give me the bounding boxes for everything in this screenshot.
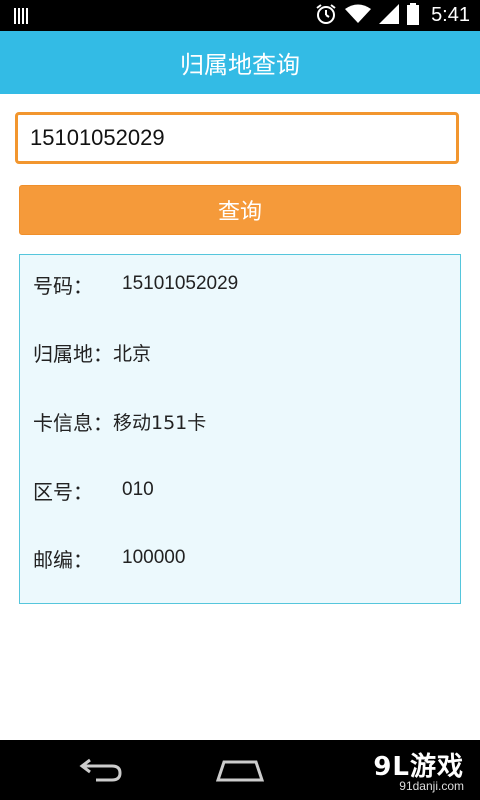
location-value: 北京 <box>113 342 152 365</box>
cell-signal-icon <box>379 3 400 28</box>
wifi-icon <box>345 4 372 28</box>
status-time: 5:41 <box>431 4 470 26</box>
back-icon[interactable] <box>78 754 122 788</box>
alarm-icon <box>315 3 337 29</box>
signal-strength-icon <box>14 6 30 28</box>
phone-number-input[interactable] <box>15 112 459 164</box>
battery-icon <box>407 2 420 29</box>
navigation-bar: 9L游戏 91danji.com <box>0 740 480 800</box>
result-row-area-code: 区号： 010 <box>33 475 154 505</box>
result-panel: 号码： 15101052029 归属地： 北京 卡信息： 移动151卡 区号： … <box>19 254 461 604</box>
card-info-label: 卡信息： <box>33 410 113 435</box>
card-info-value: 移动151卡 <box>113 411 207 434</box>
status-bar: 5:41 <box>0 0 480 31</box>
result-row-postcode: 邮编： 100000 <box>33 543 185 573</box>
result-row-card-info: 卡信息： 移动151卡 <box>33 406 206 436</box>
number-value: 15101052029 <box>122 273 239 294</box>
query-button[interactable]: 查询 <box>19 185 461 235</box>
result-row-number: 号码： 15101052029 <box>33 269 238 299</box>
query-button-label: 查询 <box>217 200 262 225</box>
watermark-logo: 9L游戏 91danji.com <box>373 746 464 793</box>
result-row-location: 归属地： 北京 <box>33 337 151 367</box>
watermark-title: 9L游戏 <box>373 752 464 782</box>
postcode-value: 100000 <box>122 547 186 568</box>
number-label: 号码： <box>33 273 93 298</box>
area-code-label: 区号： <box>33 479 93 504</box>
title-bar: 归属地查询 <box>0 31 480 94</box>
home-icon[interactable] <box>215 754 265 788</box>
location-label: 归属地： <box>33 341 113 366</box>
postcode-label: 邮编： <box>33 547 93 572</box>
page-title: 归属地查询 <box>180 51 300 79</box>
area-code-value: 010 <box>122 479 154 500</box>
